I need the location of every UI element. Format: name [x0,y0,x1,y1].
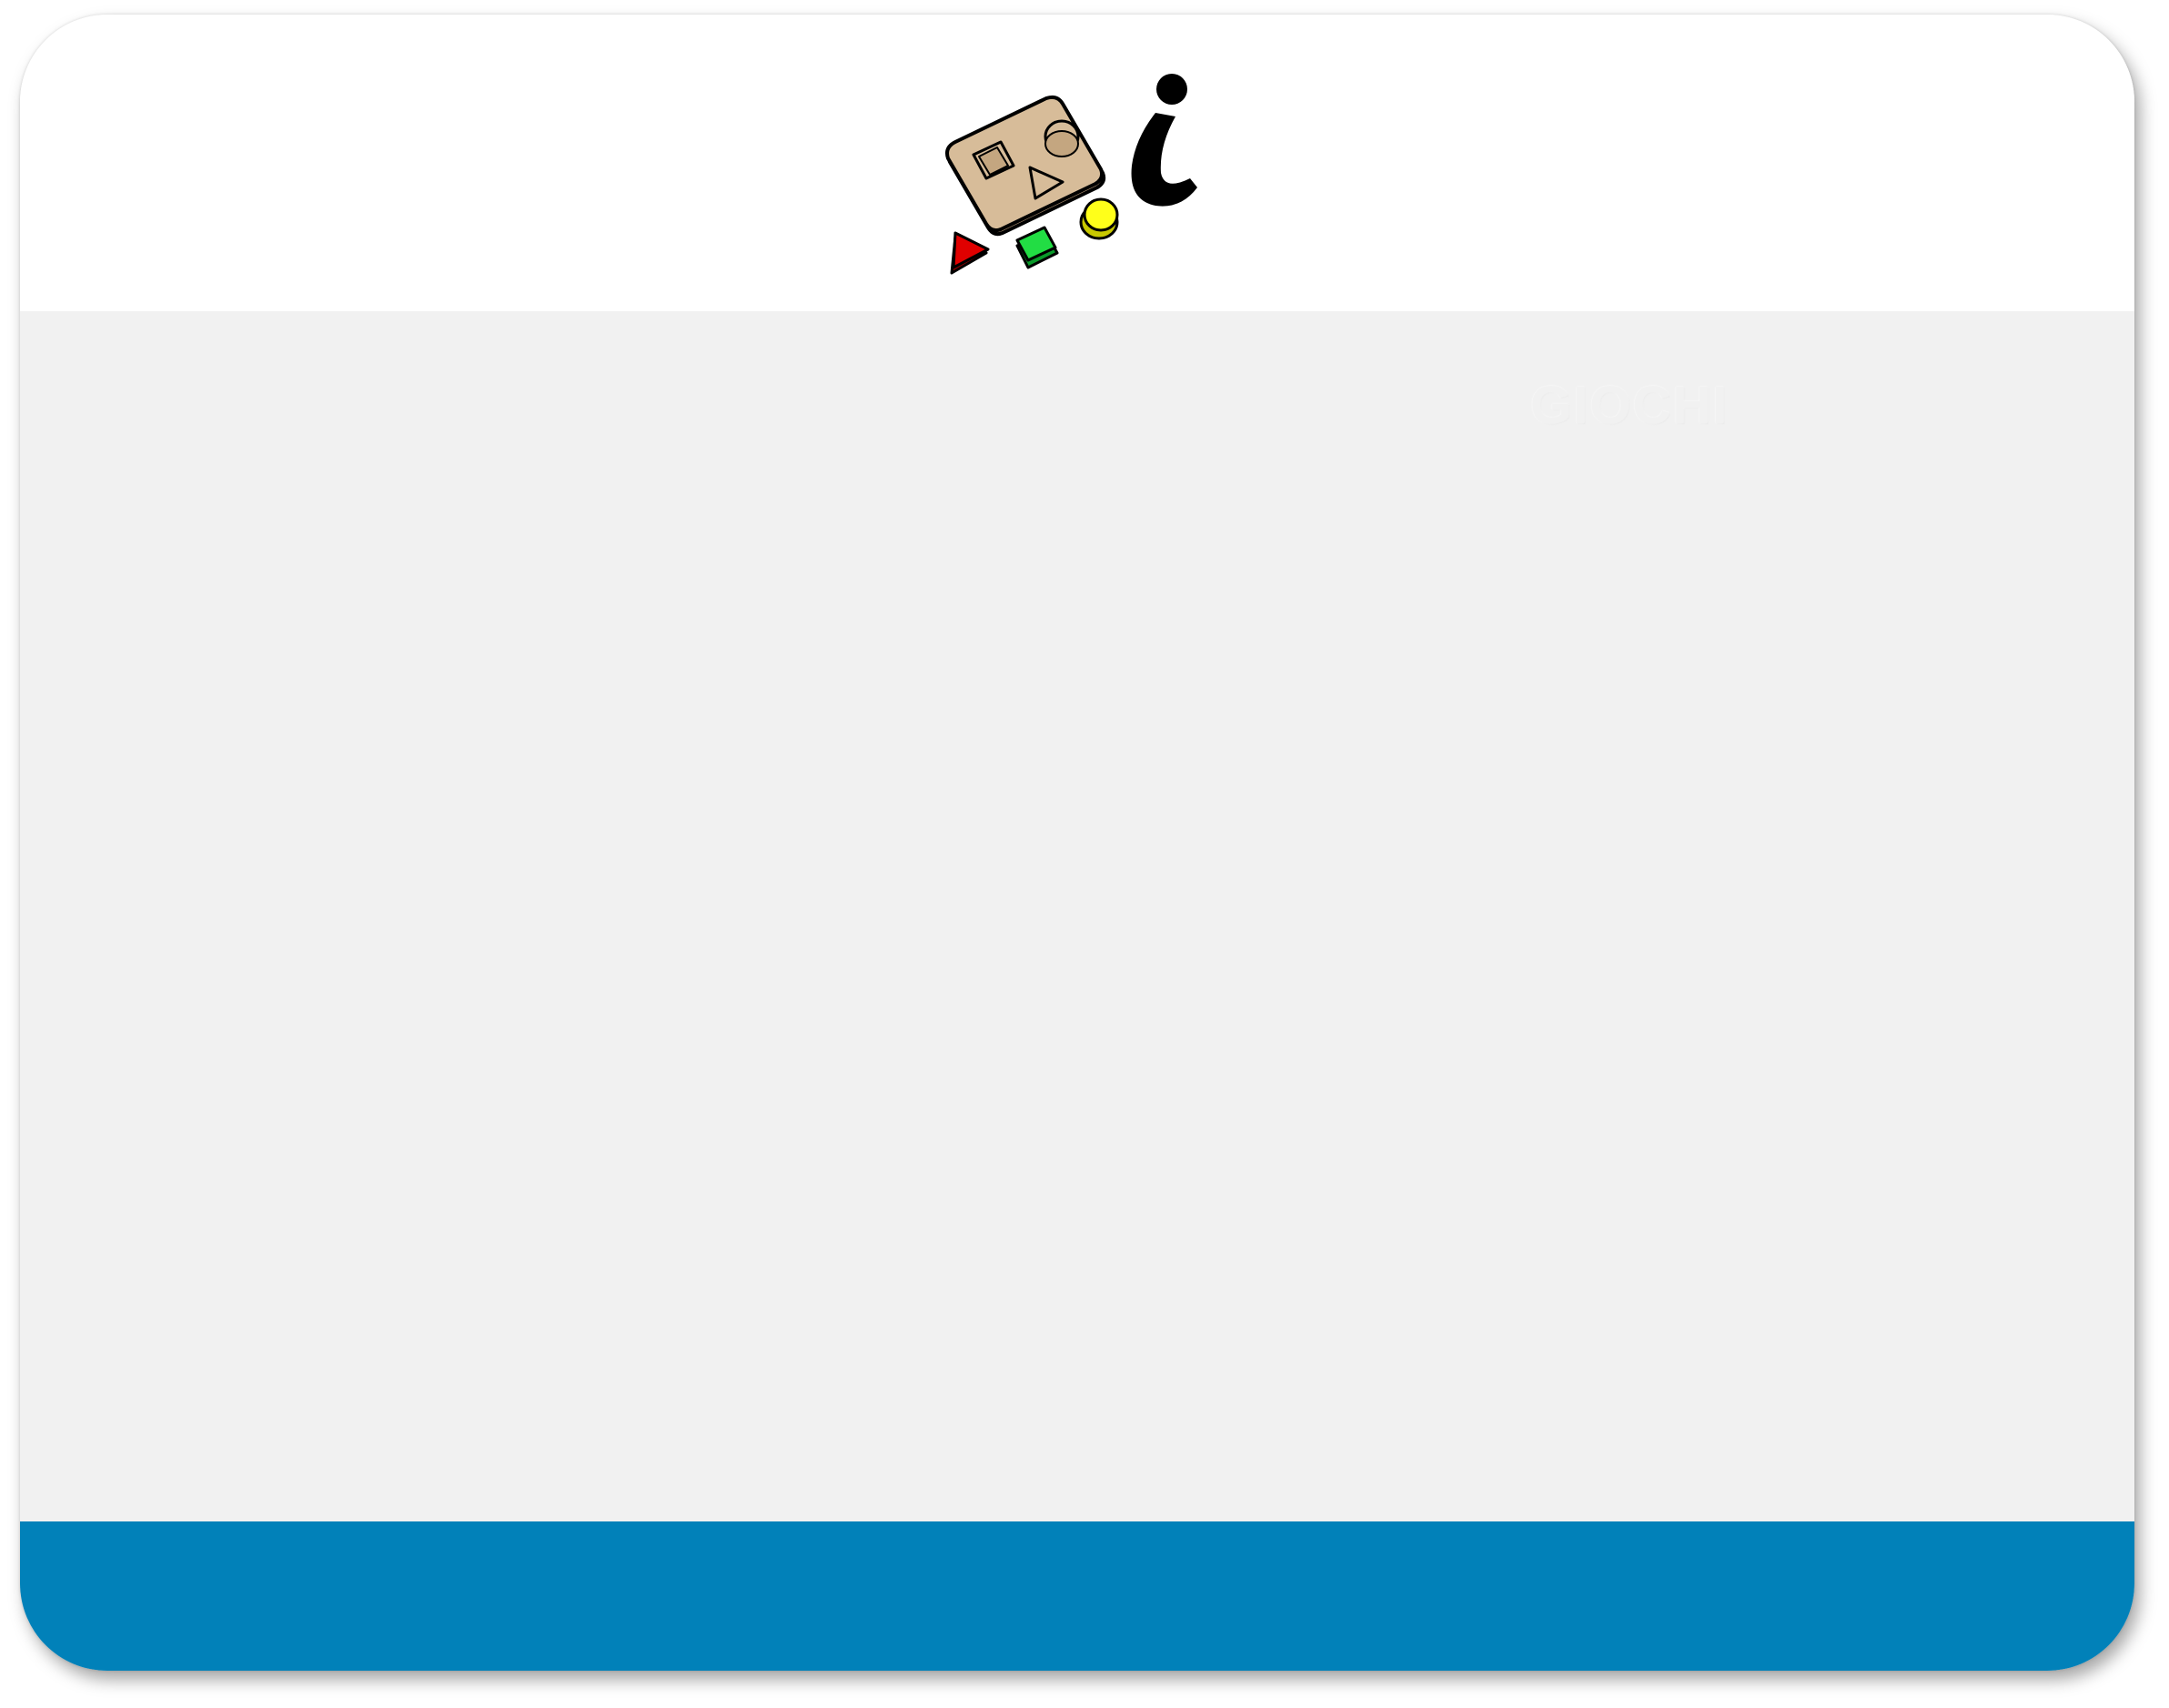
red-triangle-piece [950,231,990,275]
card-footer-bar [20,1521,2134,1671]
shape-sorter-board [945,95,1106,237]
shape-sorter-info-icon [945,74,1197,275]
symbol-card[interactable]: GIOCHI [20,15,2134,1671]
card-content-area: GIOCHI [20,311,2134,1521]
card-label: GIOCHI [1530,376,1730,435]
card-header [20,15,2134,311]
green-square-piece [1015,226,1059,269]
info-letter-icon [1131,74,1197,207]
yellow-circle-piece [1079,197,1119,240]
